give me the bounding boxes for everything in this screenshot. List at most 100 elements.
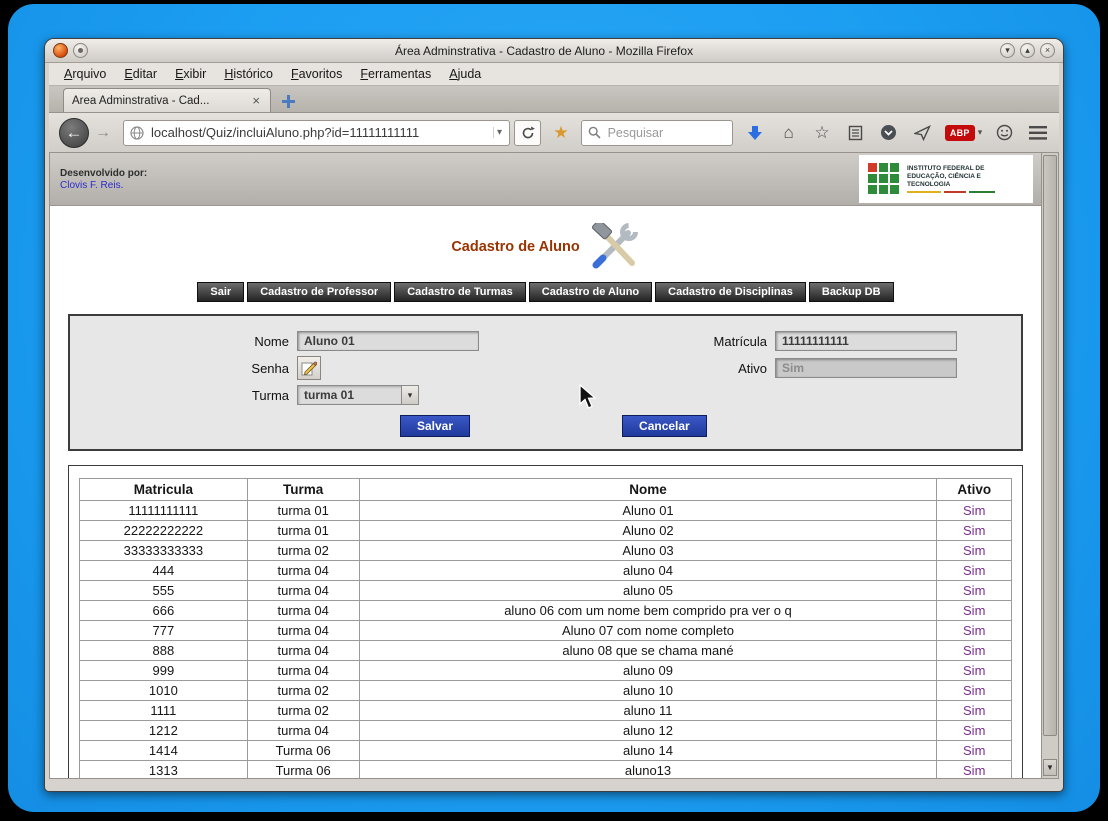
url-dropdown-icon[interactable]: ▾ xyxy=(493,127,505,138)
cell-matricula: 444 xyxy=(80,561,248,581)
reload-button[interactable] xyxy=(514,120,541,146)
menu-item[interactable]: Ferramentas xyxy=(351,64,440,84)
downloads-button[interactable] xyxy=(745,122,766,144)
cell-turma: turma 04 xyxy=(247,561,359,581)
ativo-link[interactable]: Sim xyxy=(963,543,985,558)
menu-item[interactable]: Histórico xyxy=(215,64,282,84)
bookmark-page-star-icon[interactable]: ★ xyxy=(553,124,568,141)
table-row: 33333333333 turma 02 Aluno 03 Sim xyxy=(80,541,1012,561)
menu-item[interactable]: Favoritos xyxy=(282,64,351,84)
menu-item[interactable]: Exibir xyxy=(166,64,215,84)
cell-turma: turma 04 xyxy=(247,641,359,661)
nav-button[interactable]: Cadastro de Professor xyxy=(247,282,391,302)
search-input[interactable] xyxy=(606,125,726,141)
ativo-link[interactable]: Sim xyxy=(963,503,985,518)
bookmark-star-button[interactable]: ☆ xyxy=(811,122,832,144)
ativo-link[interactable]: Sim xyxy=(963,563,985,578)
cell-nome: aluno13 xyxy=(359,761,937,779)
table-row: 1010 turma 02 aluno 10 Sim xyxy=(80,681,1012,701)
hamburger-menu-button[interactable] xyxy=(1028,122,1049,144)
scrollbar-thumb[interactable] xyxy=(1043,155,1057,736)
developer-link[interactable]: Clovis F. Reis. xyxy=(60,180,147,191)
bookmarks-sidebar-button[interactable] xyxy=(845,122,866,144)
admin-nav-buttons: SairCadastro de ProfessorCadastro de Tur… xyxy=(50,282,1041,302)
cell-turma: turma 04 xyxy=(247,621,359,641)
pencil-icon xyxy=(301,360,317,376)
feedback-smiley-button[interactable] xyxy=(994,122,1015,144)
header-matricula: Matricula xyxy=(80,479,248,501)
chevron-down-icon[interactable]: ▾ xyxy=(401,386,418,404)
table-row: 11111111111 turma 01 Aluno 01 Sim xyxy=(80,501,1012,521)
header-ativo: Ativo xyxy=(937,479,1012,501)
window-menu-button[interactable] xyxy=(73,43,88,58)
window-maximize-button[interactable]: ▴ xyxy=(1020,43,1035,58)
nome-label: Nome xyxy=(82,334,297,349)
ativo-link[interactable]: Sim xyxy=(963,523,985,538)
cell-matricula: 33333333333 xyxy=(80,541,248,561)
nav-button[interactable]: Backup DB xyxy=(809,282,894,302)
table-row: 1313 Turma 06 aluno13 Sim xyxy=(80,761,1012,779)
ativo-link[interactable]: Sim xyxy=(963,703,985,718)
vertical-scrollbar[interactable]: ▼ xyxy=(1041,153,1058,778)
firefox-window-icon[interactable] xyxy=(53,43,68,58)
search-bar[interactable] xyxy=(581,120,733,146)
menu-item[interactable]: Ajuda xyxy=(440,64,490,84)
tab-active[interactable]: Area Adminstrativa - Cad... × xyxy=(63,88,271,112)
cancelar-button[interactable]: Cancelar xyxy=(622,415,707,437)
send-tab-button[interactable] xyxy=(911,122,932,144)
institute-logo: INSTITUTO FEDERAL DE EDUCAÇÃO, CIÊNCIA E… xyxy=(859,155,1033,203)
matricula-label: Matrícula xyxy=(665,334,775,349)
nav-button[interactable]: Cadastro de Turmas xyxy=(394,282,526,302)
ativo-link[interactable]: Sim xyxy=(963,683,985,698)
pocket-button[interactable] xyxy=(878,122,899,144)
cell-nome: aluno 12 xyxy=(359,721,937,741)
reload-icon xyxy=(521,126,535,140)
ativo-link[interactable]: Sim xyxy=(963,623,985,638)
url-input[interactable] xyxy=(149,124,488,141)
adblock-plus-button[interactable]: ABP ▾ xyxy=(945,125,982,141)
cell-ativo: Sim xyxy=(937,721,1012,741)
tab-close-icon[interactable]: × xyxy=(250,94,262,107)
cell-matricula: 1313 xyxy=(80,761,248,779)
list-clipboard-icon xyxy=(848,125,863,141)
senha-label: Senha xyxy=(82,361,297,376)
ativo-link[interactable]: Sim xyxy=(963,643,985,658)
tools-icon xyxy=(588,223,640,271)
cell-ativo: Sim xyxy=(937,541,1012,561)
new-tab-button[interactable] xyxy=(275,90,301,112)
matricula-input[interactable] xyxy=(775,331,957,351)
url-bar[interactable]: ▾ xyxy=(123,120,510,146)
ativo-link[interactable]: Sim xyxy=(963,743,985,758)
ativo-link[interactable]: Sim xyxy=(963,583,985,598)
globe-icon xyxy=(130,126,144,140)
cell-matricula: 22222222222 xyxy=(80,521,248,541)
salvar-button[interactable]: Salvar xyxy=(400,415,470,437)
cell-turma: turma 02 xyxy=(247,681,359,701)
home-button[interactable]: ⌂ xyxy=(778,122,799,144)
table-row: 888 turma 04 aluno 08 que se chama mané … xyxy=(80,641,1012,661)
ativo-link[interactable]: Sim xyxy=(963,603,985,618)
cell-turma: turma 04 xyxy=(247,661,359,681)
window-close-button[interactable]: × xyxy=(1040,43,1055,58)
window-minimize-button[interactable]: ▾ xyxy=(1000,43,1015,58)
nome-input[interactable] xyxy=(297,331,479,351)
cell-turma: turma 02 xyxy=(247,541,359,561)
developed-by-label: Desenvolvido por: xyxy=(60,168,147,179)
turma-label: Turma xyxy=(82,388,297,403)
scrollbar-down-button[interactable]: ▼ xyxy=(1043,759,1057,776)
ativo-link[interactable]: Sim xyxy=(963,723,985,738)
ativo-link[interactable]: Sim xyxy=(963,763,985,778)
senha-edit-button[interactable] xyxy=(297,356,321,380)
ativo-link[interactable]: Sim xyxy=(963,663,985,678)
nav-button[interactable]: Cadastro de Aluno xyxy=(529,282,652,302)
nav-button[interactable]: Cadastro de Disciplinas xyxy=(655,282,806,302)
cell-ativo: Sim xyxy=(937,501,1012,521)
cell-matricula: 1010 xyxy=(80,681,248,701)
site-header: Desenvolvido por: Clovis F. Reis. xyxy=(50,153,1041,206)
menu-item[interactable]: Editar xyxy=(115,64,166,84)
nav-button[interactable]: Sair xyxy=(197,282,244,302)
back-button[interactable]: ← xyxy=(59,118,89,148)
turma-select[interactable]: turma 01 ▾ xyxy=(297,385,419,405)
forward-button[interactable]: → xyxy=(95,124,111,142)
menu-item[interactable]: Arquivo xyxy=(55,64,115,84)
